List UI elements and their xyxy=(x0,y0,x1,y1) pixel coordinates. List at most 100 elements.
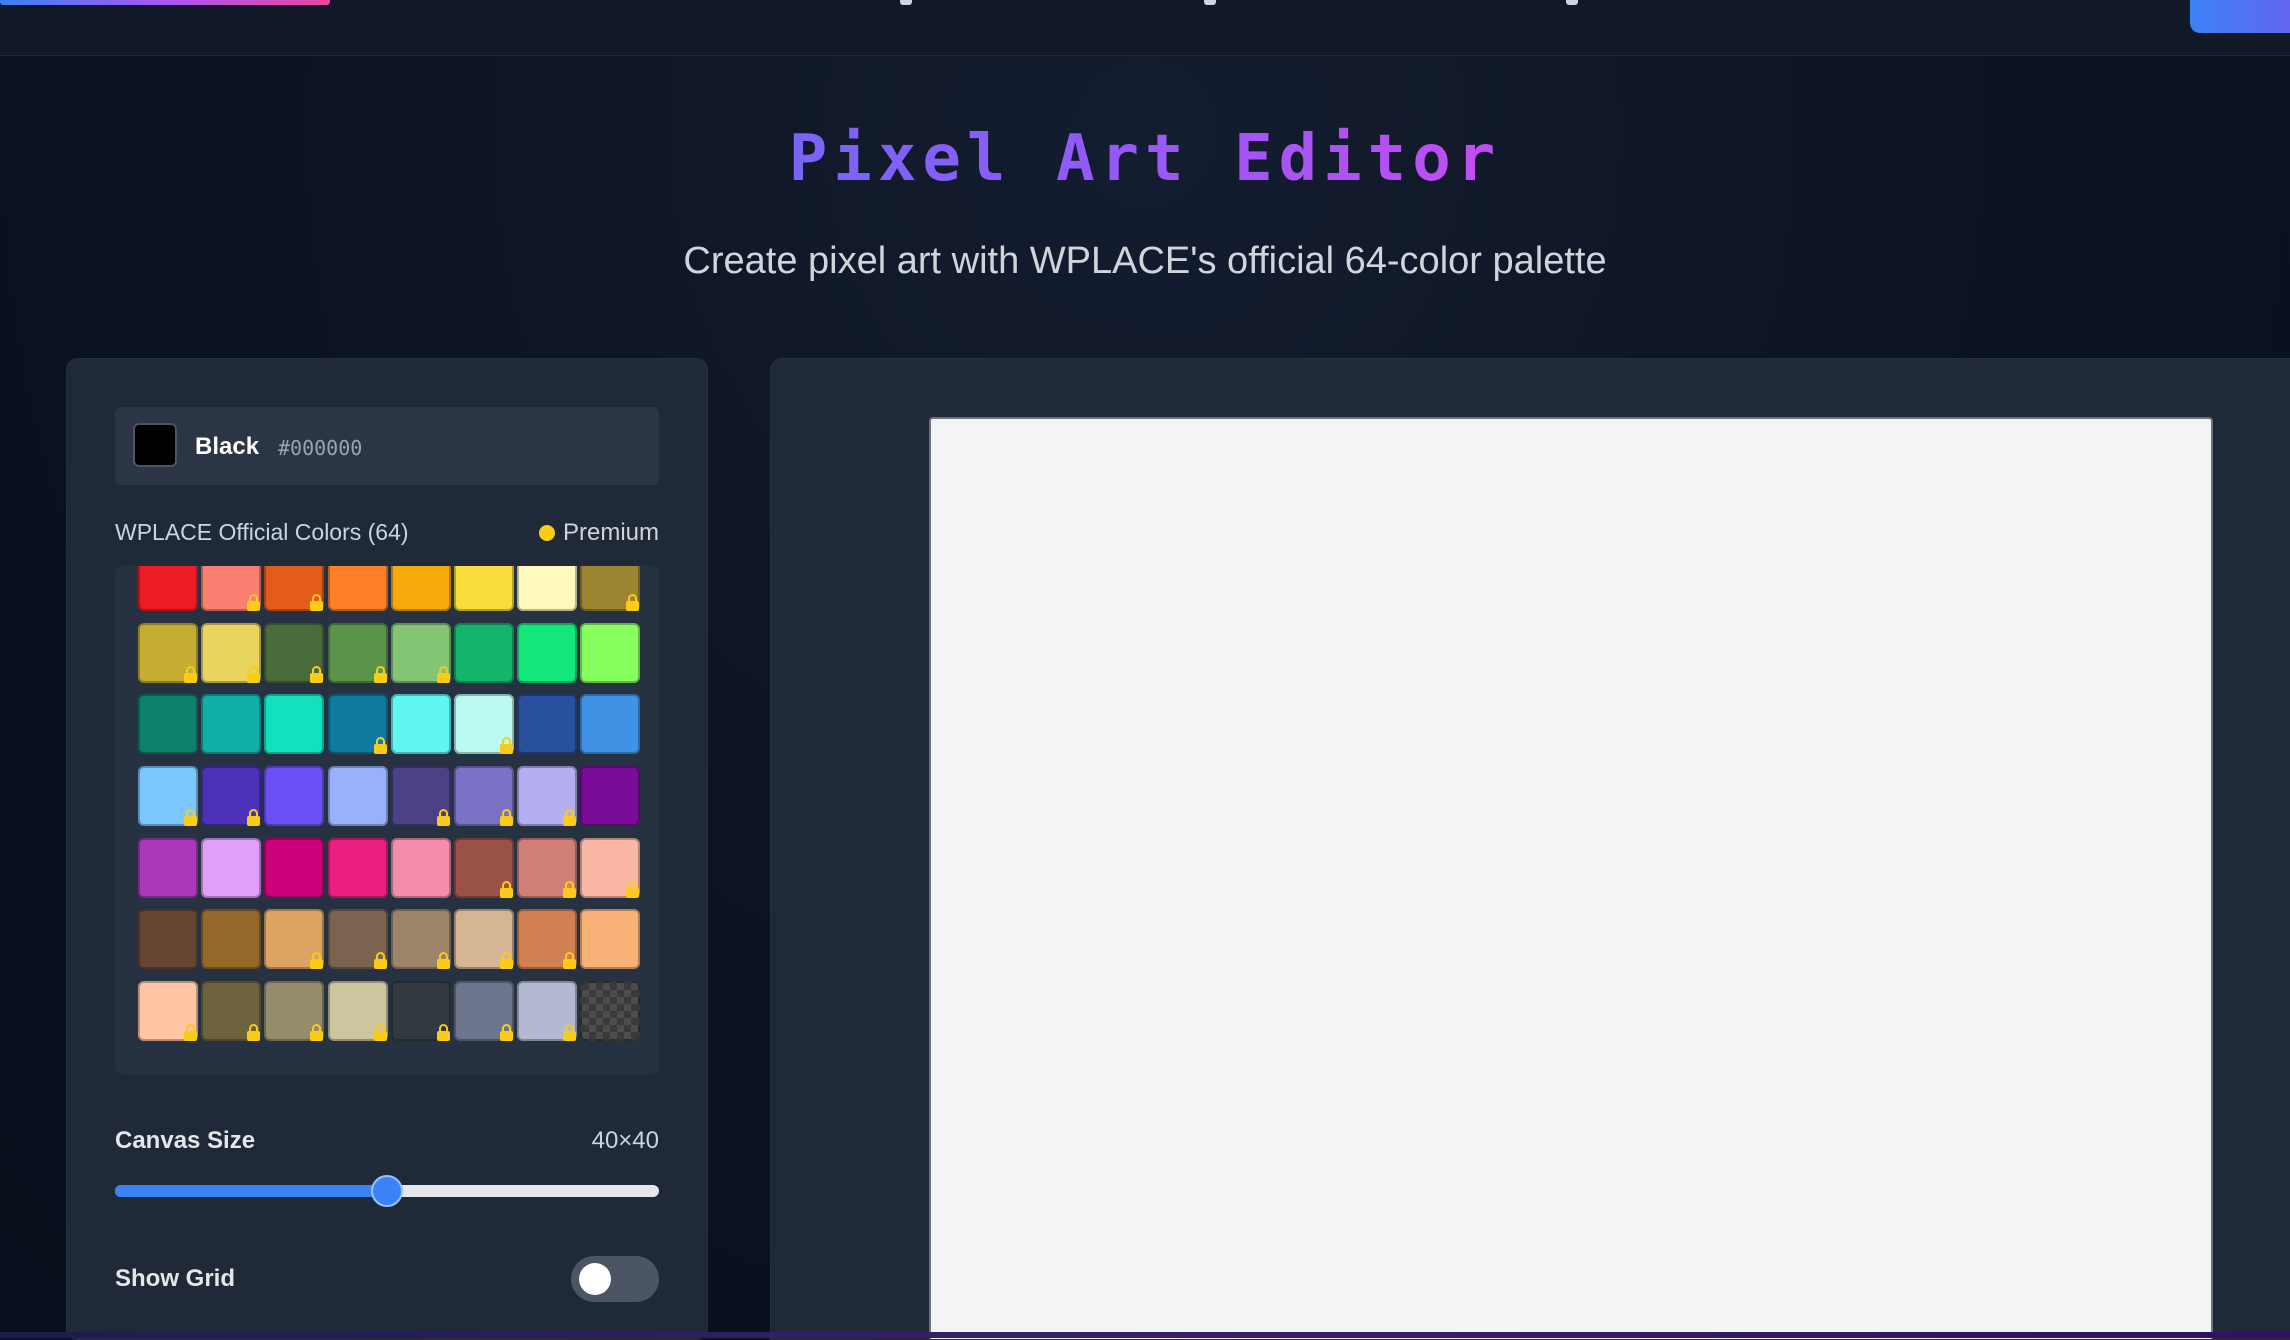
premium-legend: Premium xyxy=(538,519,659,547)
lock-icon xyxy=(563,809,577,827)
lock-icon xyxy=(563,1024,577,1042)
color-swatch[interactable] xyxy=(138,909,198,970)
palette-grid xyxy=(138,566,641,1042)
color-swatch[interactable] xyxy=(327,622,388,683)
lock-icon xyxy=(626,880,640,898)
color-swatch[interactable] xyxy=(390,622,451,683)
lock-icon xyxy=(373,952,387,970)
lock-icon xyxy=(499,880,513,898)
color-swatch[interactable] xyxy=(201,909,262,970)
color-swatch[interactable] xyxy=(327,981,388,1042)
color-swatch[interactable] xyxy=(517,981,578,1042)
lock-icon xyxy=(184,665,197,683)
color-swatch[interactable] xyxy=(138,566,198,611)
canvas-size-label: Canvas Size xyxy=(115,1127,256,1154)
color-swatch[interactable] xyxy=(138,622,198,683)
color-swatch[interactable] xyxy=(580,909,641,970)
color-swatch[interactable] xyxy=(453,837,514,898)
color-swatch[interactable] xyxy=(390,981,451,1042)
color-swatch[interactable] xyxy=(138,981,198,1042)
page-subtitle: Create pixel art with WPLACE's official … xyxy=(683,240,1607,282)
lock-icon xyxy=(499,737,513,755)
lock-icon xyxy=(310,594,324,611)
color-swatch[interactable] xyxy=(517,837,578,898)
color-swatch[interactable] xyxy=(580,837,641,898)
lock-icon xyxy=(626,594,640,611)
color-swatch[interactable] xyxy=(264,981,325,1042)
canvas-panel xyxy=(770,358,2290,1340)
lock-icon xyxy=(247,1024,261,1042)
top-navbar xyxy=(0,0,2290,56)
selected-color-hex: #000000 xyxy=(278,436,363,460)
color-swatch[interactable] xyxy=(517,566,578,611)
color-swatch[interactable] xyxy=(264,622,325,683)
color-swatch[interactable] xyxy=(264,837,325,898)
color-swatch[interactable] xyxy=(580,694,641,755)
nav-link[interactable] xyxy=(1566,0,1578,5)
lock-icon xyxy=(499,809,513,827)
selected-color-display: Black #000000 xyxy=(115,407,659,485)
page-title: Pixel Art Editor xyxy=(0,122,2290,196)
premium-dot-icon xyxy=(538,525,555,541)
color-swatch[interactable] xyxy=(453,981,514,1042)
color-swatch[interactable] xyxy=(327,837,388,898)
color-swatch[interactable] xyxy=(327,694,388,755)
color-swatch[interactable] xyxy=(264,766,325,827)
selected-color-name: Black xyxy=(195,433,260,460)
color-swatch[interactable] xyxy=(201,694,262,755)
selected-color-swatch xyxy=(133,423,177,467)
color-swatch[interactable] xyxy=(201,766,262,827)
color-swatch[interactable] xyxy=(517,909,578,970)
color-swatch[interactable] xyxy=(327,566,388,611)
color-swatch[interactable] xyxy=(264,566,325,611)
color-swatch[interactable] xyxy=(580,766,641,827)
lock-icon xyxy=(499,952,513,970)
color-swatch[interactable] xyxy=(580,622,641,683)
color-swatch[interactable] xyxy=(517,622,578,683)
color-swatch[interactable] xyxy=(453,566,514,611)
color-swatch[interactable] xyxy=(390,694,451,755)
color-swatch[interactable] xyxy=(453,766,514,827)
color-swatch-transparent[interactable] xyxy=(580,981,641,1042)
lock-icon xyxy=(373,665,387,683)
color-swatch[interactable] xyxy=(201,837,262,898)
nav-link[interactable] xyxy=(900,0,912,5)
color-swatch[interactable] xyxy=(580,566,641,611)
lock-icon xyxy=(184,1024,197,1042)
color-swatch[interactable] xyxy=(327,766,388,827)
lock-icon xyxy=(563,952,577,970)
lock-icon xyxy=(436,809,450,827)
site-logo[interactable] xyxy=(0,0,330,5)
color-swatch[interactable] xyxy=(138,694,198,755)
color-swatch[interactable] xyxy=(517,694,578,755)
color-swatch[interactable] xyxy=(517,766,578,827)
color-palette xyxy=(115,566,659,1074)
color-swatch[interactable] xyxy=(201,622,262,683)
color-swatch[interactable] xyxy=(390,566,451,611)
color-swatch[interactable] xyxy=(390,909,451,970)
color-swatch[interactable] xyxy=(390,837,451,898)
color-swatch[interactable] xyxy=(453,694,514,755)
drawing-canvas[interactable] xyxy=(929,417,2213,1339)
color-swatch[interactable] xyxy=(264,909,325,970)
show-grid-toggle[interactable] xyxy=(571,1256,659,1302)
color-swatch[interactable] xyxy=(201,981,262,1042)
color-swatch[interactable] xyxy=(453,622,514,683)
bottom-accent-strip xyxy=(0,1332,2290,1338)
nav-link[interactable] xyxy=(1204,0,1216,5)
color-swatch[interactable] xyxy=(138,766,198,827)
header-cta-button[interactable] xyxy=(2190,0,2290,33)
color-swatch[interactable] xyxy=(264,694,325,755)
lock-icon xyxy=(436,665,450,683)
color-swatch[interactable] xyxy=(453,909,514,970)
lock-icon xyxy=(436,1024,450,1042)
color-swatch[interactable] xyxy=(201,566,262,611)
palette-label: WPLACE Official Colors (64) xyxy=(115,519,409,545)
canvas-size-slider-fill xyxy=(115,1185,387,1197)
lock-icon xyxy=(563,880,577,898)
color-swatch[interactable] xyxy=(138,837,198,898)
lock-icon xyxy=(310,952,324,970)
color-swatch[interactable] xyxy=(327,909,388,970)
color-swatch[interactable] xyxy=(390,766,451,827)
canvas-size-slider-thumb[interactable] xyxy=(371,1175,403,1207)
